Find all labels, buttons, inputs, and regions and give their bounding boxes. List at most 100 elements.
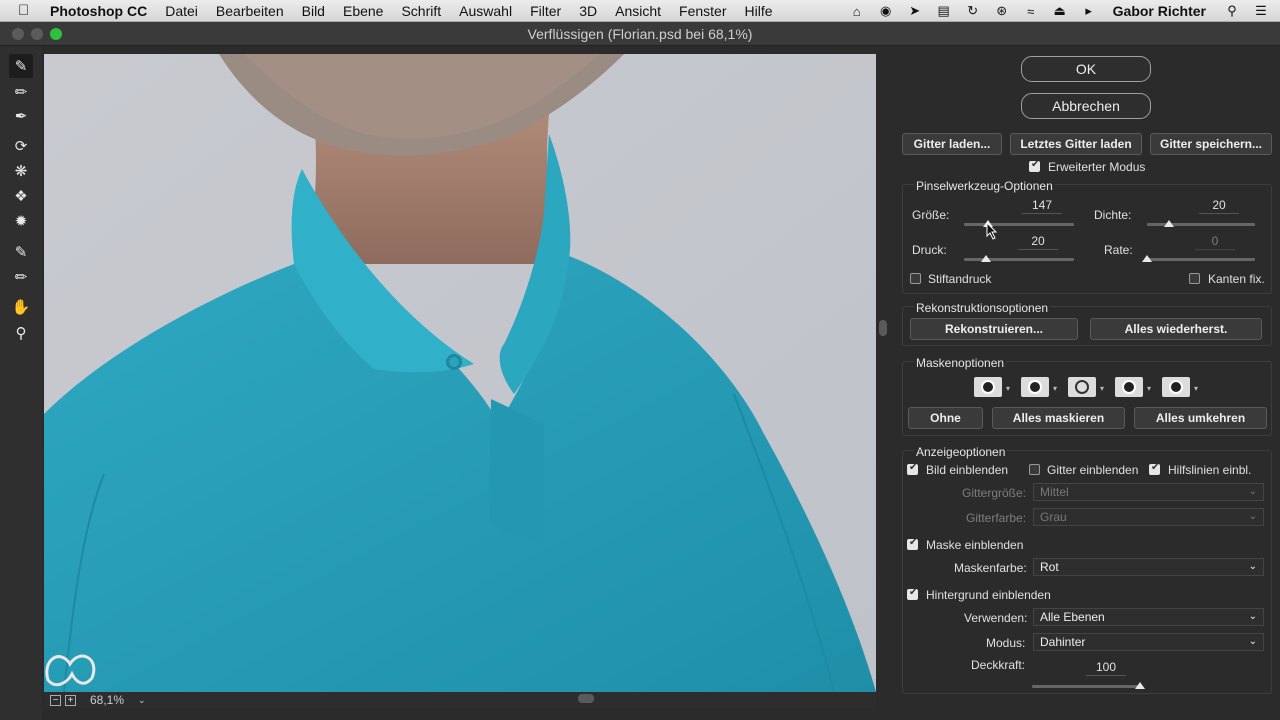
- eject-icon[interactable]: ⏏: [1051, 3, 1069, 19]
- display-icon[interactable]: ▤: [935, 3, 953, 19]
- menu-ansicht[interactable]: Ansicht: [615, 3, 661, 19]
- smooth-tool-icon[interactable]: ✒: [9, 104, 33, 128]
- mesh-size-select[interactable]: Mittel ⌄: [1033, 483, 1264, 501]
- canvas-statusbar: − + 68,1% ⌄: [44, 692, 876, 708]
- size-slider-track[interactable]: [964, 223, 1074, 226]
- density-value[interactable]: 20: [1199, 198, 1239, 214]
- pin-edges-checkbox[interactable]: [1189, 273, 1200, 284]
- apple-icon[interactable]: : [18, 2, 36, 19]
- close-window-button[interactable]: [12, 28, 24, 40]
- show-backdrop-label: Hintergrund einblenden: [926, 588, 1051, 602]
- search-icon[interactable]: ⚲: [1223, 3, 1241, 19]
- save-mesh-button[interactable]: Gitter speichern...: [1150, 133, 1272, 155]
- pressure-value[interactable]: 20: [1018, 234, 1058, 250]
- menu-schrift[interactable]: Schrift: [401, 3, 441, 19]
- rate-slider-thumb[interactable]: [1142, 255, 1152, 262]
- vertical-scrollbar[interactable]: [879, 320, 887, 336]
- mesh-size-value: Mittel: [1040, 485, 1069, 499]
- minimize-window-button[interactable]: [31, 28, 43, 40]
- menu-fenster[interactable]: Fenster: [679, 3, 726, 19]
- density-slider-thumb[interactable]: [1163, 220, 1174, 227]
- bloat-tool-icon[interactable]: ❖: [9, 184, 33, 208]
- mode-select[interactable]: Dahinter ⌄: [1033, 633, 1264, 651]
- wifi-icon[interactable]: ≈: [1022, 4, 1040, 19]
- invert-all-button[interactable]: Alles umkehren: [1134, 407, 1267, 429]
- mesh-color-select[interactable]: Grau ⌄: [1033, 508, 1264, 526]
- hand-tool-icon[interactable]: ✋: [9, 295, 33, 319]
- user-name[interactable]: Gabor Richter: [1113, 3, 1206, 19]
- cc-icon[interactable]: ◉: [877, 3, 895, 19]
- menu-bild[interactable]: Bild: [302, 3, 325, 19]
- reconstruct-tool-icon[interactable]: ✏: [9, 80, 33, 104]
- mask-color-value: Rot: [1040, 560, 1059, 574]
- opacity-value[interactable]: 100: [1086, 660, 1126, 676]
- menu-bearbeiten[interactable]: Bearbeiten: [216, 3, 284, 19]
- pucker-tool-icon[interactable]: ❋: [9, 159, 33, 183]
- show-guides-checkbox[interactable]: [1149, 462, 1160, 475]
- show-mask-label: Maske einblenden: [926, 538, 1024, 552]
- chevron-down-icon: ⌄: [1248, 636, 1257, 647]
- opacity-label: Deckkraft:: [971, 658, 1026, 672]
- horizontal-scrollbar[interactable]: [578, 694, 594, 703]
- reconstruct-button[interactable]: Rekonstruieren...: [910, 318, 1078, 340]
- menu-ebene[interactable]: Ebene: [343, 3, 383, 19]
- zoom-out-button[interactable]: −: [50, 694, 61, 706]
- volume-icon[interactable]: ▸: [1080, 3, 1098, 19]
- zoom-window-button[interactable]: [50, 28, 62, 40]
- image-canvas[interactable]: [44, 54, 876, 692]
- menu-app-name[interactable]: Photoshop CC: [50, 3, 147, 19]
- menu-datei[interactable]: Datei: [165, 3, 198, 19]
- menu-hilfe[interactable]: Hilfe: [745, 3, 773, 19]
- load-last-mesh-button[interactable]: Letztes Gitter laden: [1010, 133, 1142, 155]
- list-icon[interactable]: ☰: [1252, 3, 1270, 19]
- freeze-mask-tool-icon[interactable]: ✎: [9, 240, 33, 264]
- zoom-level[interactable]: 68,1%: [90, 693, 124, 707]
- zoom-dropdown-chevron-icon[interactable]: ⌄: [138, 695, 146, 706]
- cancel-button[interactable]: Abbrechen: [1021, 93, 1151, 119]
- liquify-options-panel: OK Abbrechen Gitter laden... Letztes Git…: [892, 46, 1280, 720]
- use-layers-select[interactable]: Alle Ebenen ⌄: [1033, 608, 1264, 626]
- size-value[interactable]: 147: [1022, 198, 1062, 214]
- chevron-down-icon: ⌄: [1248, 611, 1257, 622]
- restore-all-button[interactable]: Alles wiederherst.: [1090, 318, 1262, 340]
- zoom-in-button[interactable]: +: [65, 694, 76, 706]
- opacity-slider-track[interactable]: [1032, 685, 1140, 688]
- advanced-mode-checkbox[interactable]: [1029, 159, 1040, 172]
- rate-slider-track[interactable]: [1147, 258, 1255, 261]
- show-image-checkbox[interactable]: [907, 462, 918, 475]
- home-icon[interactable]: ⌂: [848, 4, 866, 19]
- size-label: Größe:: [912, 208, 950, 222]
- stylus-pressure-checkbox[interactable]: [910, 273, 921, 284]
- intersect-selection-mask-icon[interactable]: [1115, 377, 1143, 397]
- mode-label: Modus:: [986, 636, 1026, 650]
- push-left-tool-icon[interactable]: ✹: [9, 209, 33, 233]
- subtract-from-selection-mask-icon[interactable]: [1068, 377, 1096, 397]
- rate-value[interactable]: 0: [1195, 234, 1235, 250]
- forward-warp-tool-icon[interactable]: ✎: [9, 54, 33, 78]
- bluetooth-icon[interactable]: ⊛: [993, 3, 1011, 19]
- mask-all-button[interactable]: Alles maskieren: [992, 407, 1125, 429]
- menu-3d[interactable]: 3D: [579, 3, 597, 19]
- replace-selection-mask-icon[interactable]: [974, 377, 1002, 397]
- pressure-slider-thumb[interactable]: [981, 255, 991, 262]
- zoom-tool-icon[interactable]: ⚲: [9, 321, 33, 345]
- menu-auswahl[interactable]: Auswahl: [459, 3, 512, 19]
- mask-color-select[interactable]: Rot ⌄: [1033, 558, 1264, 576]
- show-mask-checkbox[interactable]: [907, 537, 918, 550]
- opacity-slider-thumb[interactable]: [1135, 682, 1145, 689]
- rate-label: Rate:: [1104, 243, 1133, 257]
- invert-selection-mask-icon[interactable]: [1162, 377, 1190, 397]
- ok-button[interactable]: OK: [1021, 56, 1151, 82]
- send-icon[interactable]: ➤: [906, 3, 924, 19]
- thaw-mask-tool-icon[interactable]: ✏: [9, 265, 33, 289]
- show-backdrop-checkbox[interactable]: [907, 587, 918, 600]
- mask-options-title: Maskenoptionen: [914, 356, 1007, 370]
- chevron-down-icon: ⌄: [1248, 511, 1257, 522]
- add-to-selection-mask-icon[interactable]: [1021, 377, 1049, 397]
- menu-filter[interactable]: Filter: [530, 3, 561, 19]
- twirl-tool-icon[interactable]: ⟳: [9, 134, 33, 158]
- mask-none-button[interactable]: Ohne: [908, 407, 983, 429]
- show-mesh-checkbox[interactable]: [1029, 464, 1040, 475]
- time-machine-icon[interactable]: ↻: [964, 3, 982, 19]
- load-mesh-button[interactable]: Gitter laden...: [902, 133, 1002, 155]
